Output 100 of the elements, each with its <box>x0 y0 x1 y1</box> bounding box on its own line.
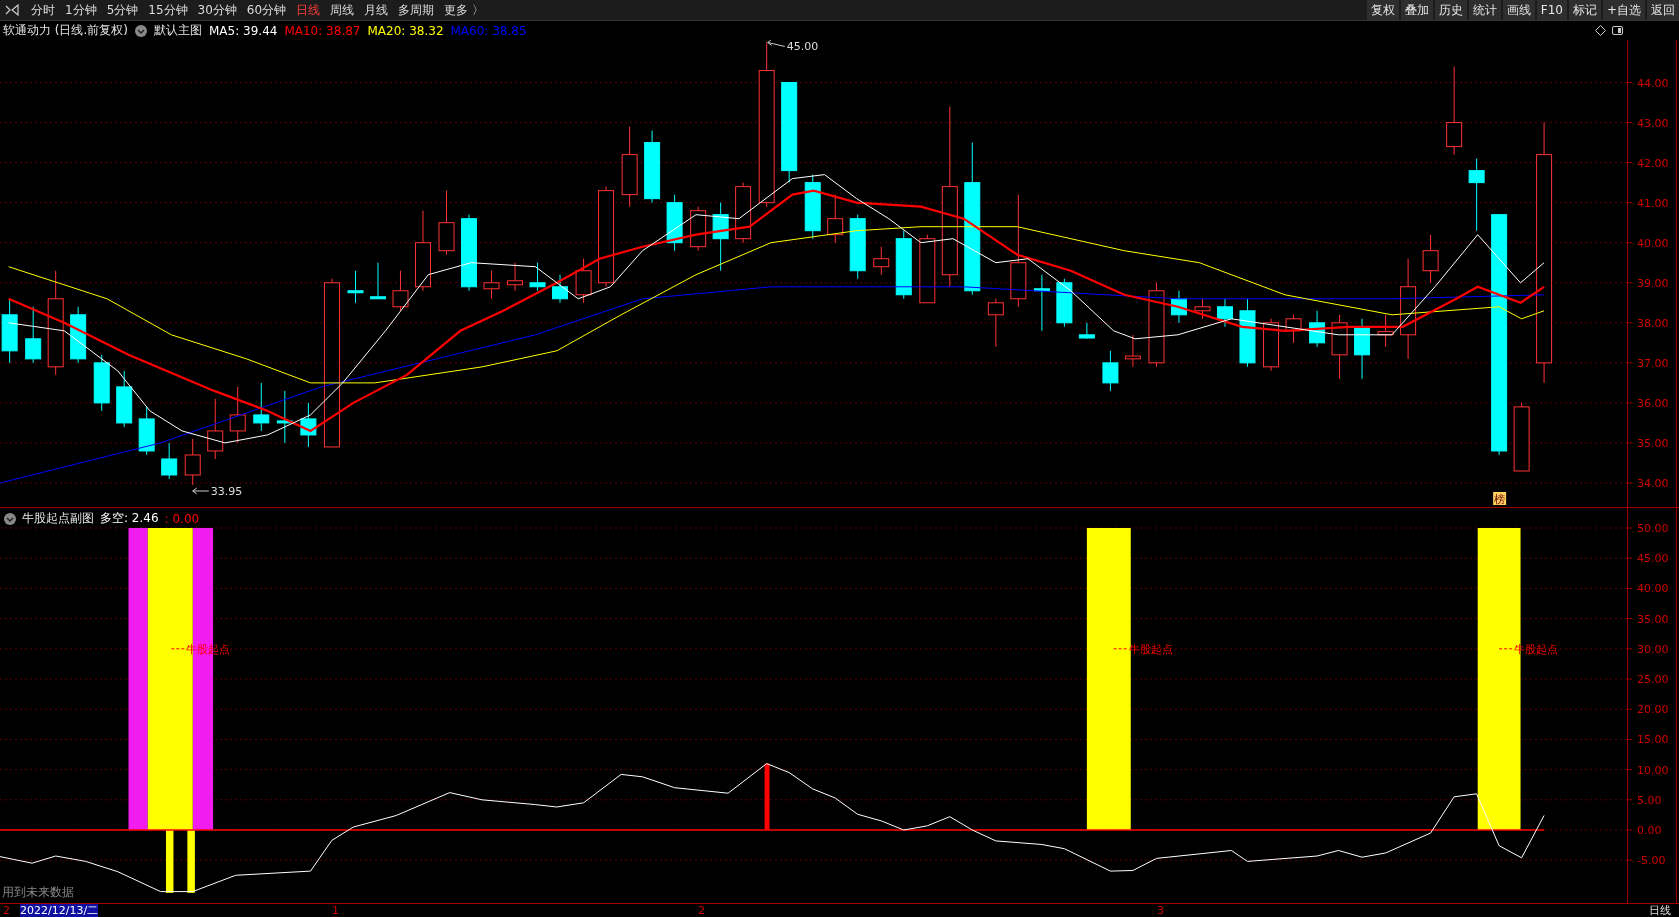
axis-label: 20.00 <box>1637 703 1669 717</box>
axis-label: 37.00 <box>1637 356 1669 370</box>
candlestick <box>229 386 246 444</box>
candlestick <box>552 274 569 304</box>
badge: 榜 <box>1493 492 1507 506</box>
period-tab[interactable]: 5分钟 <box>101 1 144 19</box>
axis-label: 45.00 <box>1637 552 1669 566</box>
candlestick <box>253 382 270 432</box>
axis-label: 35.00 <box>1637 436 1669 450</box>
candlestick <box>1239 298 1256 368</box>
low-price-label: 33.95 <box>210 485 243 498</box>
candlestick <box>712 202 729 272</box>
candlestick <box>276 390 293 444</box>
axis-label: -5.00 <box>1637 854 1666 868</box>
candlestick <box>1513 402 1530 472</box>
period-tab[interactable]: 60分钟 <box>241 1 292 19</box>
candlestick <box>347 270 364 304</box>
high-price-label: 45.00 <box>786 40 819 54</box>
toolbar-button[interactable]: 标记 <box>1568 0 1601 20</box>
period-tab[interactable]: 15分钟 <box>143 1 193 19</box>
candlestick <box>1 298 18 364</box>
period-tab[interactable]: 月线 <box>359 1 394 19</box>
toolbar-button[interactable]: 统计 <box>1468 0 1501 20</box>
candlestick <box>392 270 409 312</box>
candlestick <box>370 262 386 300</box>
collapse-icon[interactable] <box>4 3 20 17</box>
indicator-value: 多空: 2.46 <box>100 510 159 527</box>
toolbar-button[interactable]: 历史 <box>1434 0 1467 20</box>
stock-title: 软通动力 (日线.前复权) <box>3 22 128 39</box>
axis-label: 38.00 <box>1637 316 1669 330</box>
period-tab[interactable]: 更多 〉 <box>439 1 489 19</box>
axis-label: 5.00 <box>1637 793 1662 807</box>
candlestick <box>138 406 155 456</box>
candlestick <box>1217 298 1233 328</box>
candlestick <box>666 194 683 252</box>
candlestick <box>438 190 455 256</box>
candlestick <box>1102 350 1119 392</box>
candlestick <box>919 234 936 304</box>
axis-label: 10.00 <box>1637 763 1669 777</box>
candlestick <box>1263 318 1280 372</box>
toolbar-button[interactable]: 画线 <box>1502 0 1535 20</box>
axis-label: 34.00 <box>1637 477 1669 490</box>
axis-label: 15.00 <box>1637 733 1669 747</box>
candlestick <box>1033 274 1050 332</box>
toolbar-button[interactable]: F10 <box>1536 0 1567 20</box>
candlestick <box>1285 314 1302 344</box>
candlestick <box>895 230 912 300</box>
leader-line <box>1113 648 1129 650</box>
dropdown-icon[interactable] <box>135 24 147 37</box>
candlestick <box>873 246 890 276</box>
axis-label: 40.00 <box>1637 582 1669 596</box>
candlestick <box>1170 290 1187 324</box>
ma-legend: MA10: 38.87 <box>284 23 361 38</box>
candlestick <box>987 298 1004 348</box>
leader-line <box>170 648 186 650</box>
period-tab[interactable]: 多周期 <box>393 1 440 19</box>
axis-label: 25.00 <box>1637 673 1669 686</box>
dropdown-icon[interactable] <box>4 512 16 525</box>
candlestick <box>507 262 524 292</box>
axis-label: 42.00 <box>1637 156 1669 170</box>
candlestick <box>116 370 133 428</box>
period-tab[interactable]: 30分钟 <box>192 1 242 19</box>
ma-legend: MA20: 38.32 <box>367 23 444 38</box>
candlestick <box>70 306 87 364</box>
period-tab[interactable]: 1分钟 <box>60 1 102 19</box>
axis-label: 36.00 <box>1637 396 1669 410</box>
date-label: 1 <box>332 904 339 917</box>
period-tab[interactable]: 日线 <box>291 1 326 19</box>
candlestick <box>1354 318 1371 380</box>
axis-label: 30.00 <box>1637 642 1669 656</box>
candlestick <box>300 402 317 448</box>
candlestick <box>735 182 752 244</box>
candlestick <box>184 438 201 486</box>
period-label: 日线 <box>1649 904 1671 917</box>
ma-legend: MA5: 39.44 <box>209 23 278 38</box>
toolbar-button[interactable]: 返回 <box>1647 0 1679 20</box>
toolbar-button[interactable]: 复权 <box>1366 0 1399 20</box>
toolbar-button[interactable]: 叠加 <box>1400 0 1433 20</box>
candlestick <box>1377 314 1394 348</box>
period-tab[interactable]: 分时 <box>26 1 60 19</box>
panel-toggle-icon[interactable] <box>1612 25 1623 36</box>
date-label: 2022/12/13/二 <box>20 904 99 917</box>
arrow-icon <box>767 40 786 47</box>
axis-label: 35.00 <box>1637 612 1669 626</box>
axis-label: 44.00 <box>1637 76 1669 90</box>
candlestick <box>827 194 844 244</box>
candlestick <box>1309 310 1326 348</box>
axis-label: 40.00 <box>1637 236 1669 250</box>
candlestick <box>1056 278 1073 328</box>
candlestick <box>575 258 592 304</box>
axis-label: 0.00 <box>1637 824 1662 837</box>
candlestick <box>1078 322 1095 340</box>
candlestick <box>804 174 821 240</box>
candlestick <box>1422 234 1439 284</box>
period-tab[interactable]: 周线 <box>325 1 360 19</box>
toolbar-button[interactable]: +自选 <box>1602 0 1645 20</box>
axis-label: 43.00 <box>1637 116 1669 130</box>
date-label: 3 <box>1157 904 1164 917</box>
candlestick <box>93 354 110 412</box>
diamond-icon[interactable] <box>1595 25 1606 36</box>
